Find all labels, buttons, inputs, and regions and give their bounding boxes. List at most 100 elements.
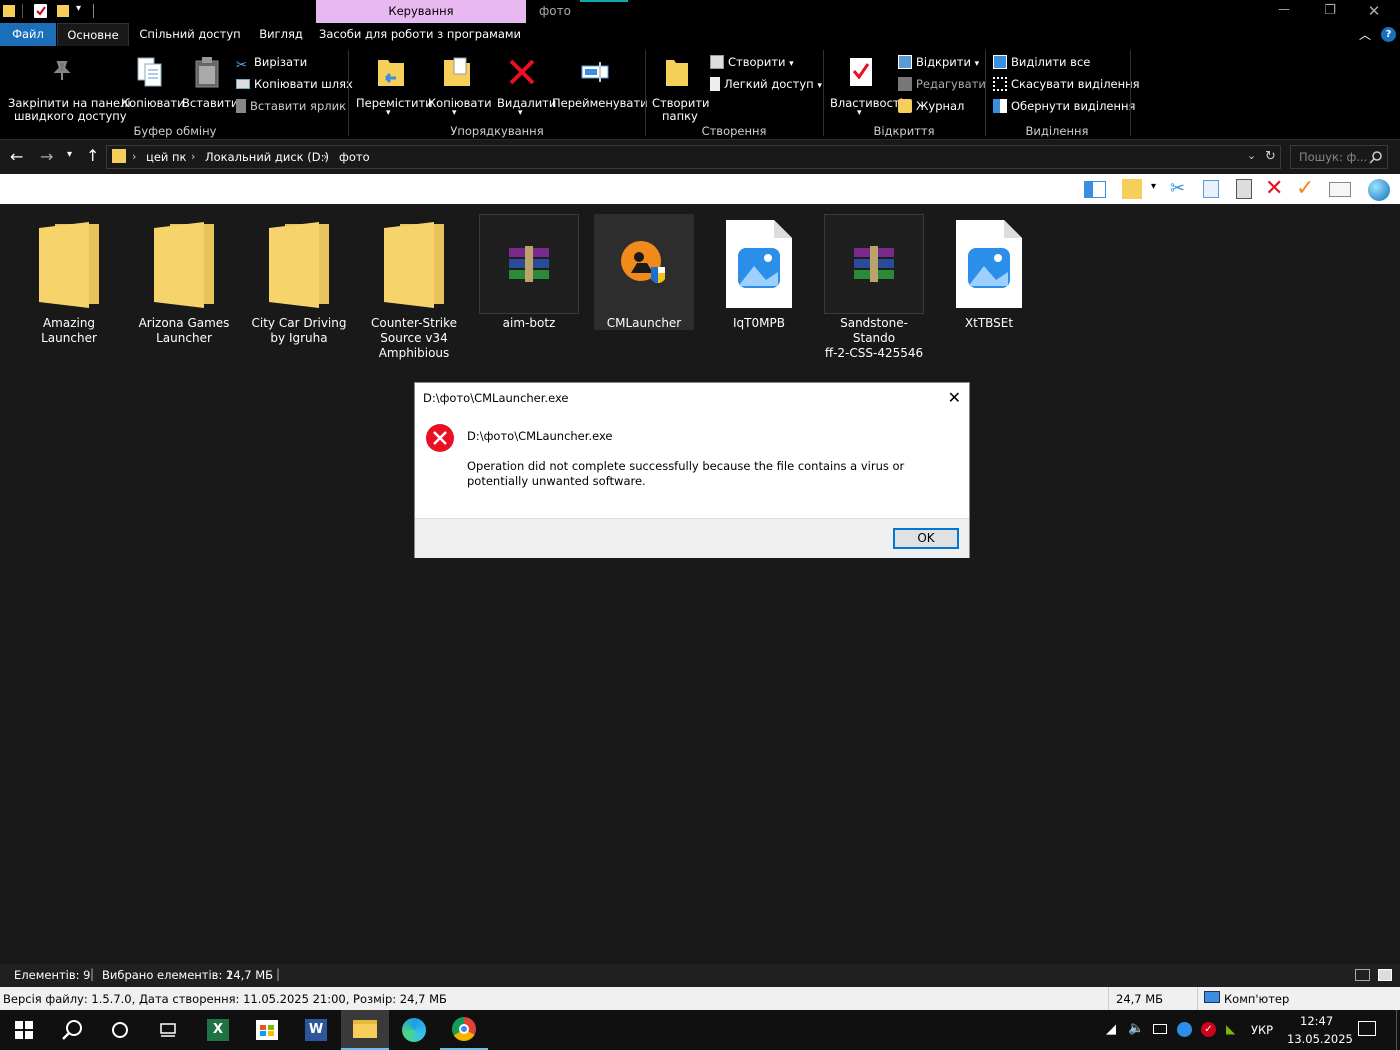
edit-button[interactable]: Редагувати bbox=[898, 74, 986, 94]
help-icon[interactable]: ? bbox=[1381, 27, 1396, 42]
copy-icon bbox=[137, 57, 162, 87]
file-item[interactable]: XtTBSEt bbox=[939, 214, 1039, 331]
new-item-button[interactable]: Створити ▾ bbox=[710, 52, 794, 72]
details-view-icon[interactable] bbox=[1355, 969, 1370, 981]
clock-date[interactable]: 13.05.2025 bbox=[1287, 1032, 1353, 1046]
paste-button[interactable]: Вставити bbox=[180, 52, 238, 122]
file-item[interactable]: Amazing Launcher bbox=[19, 214, 119, 346]
history-button[interactable]: Журнал bbox=[898, 96, 964, 116]
file-item[interactable]: Counter-Strike Source v34 Amphibious bbox=[364, 214, 464, 361]
collapse-ribbon-icon[interactable]: ︿ bbox=[1359, 26, 1371, 43]
network-icon[interactable]: ◢ bbox=[1106, 1022, 1116, 1037]
error-dialog: D:\фото\CMLauncher.exe ✕ D:\фото\CMLaunc… bbox=[414, 382, 970, 558]
breadcrumb-folder[interactable]: фото bbox=[339, 150, 370, 164]
battery-icon[interactable] bbox=[1153, 1024, 1167, 1034]
file-item[interactable]: IqT0MPB bbox=[709, 214, 809, 331]
file-item[interactable]: CMLauncher bbox=[594, 214, 694, 330]
tab-file[interactable]: Файл bbox=[0, 23, 56, 46]
clock-time[interactable]: 12:47 bbox=[1300, 1014, 1333, 1028]
easy-access-button[interactable]: Легкий доступ ▾ bbox=[710, 74, 822, 94]
delete-icon[interactable]: ✕ bbox=[1265, 176, 1283, 201]
search-taskbar-button[interactable] bbox=[48, 1010, 96, 1050]
nvidia-icon[interactable]: ◣ bbox=[1226, 1022, 1242, 1037]
search-icon bbox=[62, 1020, 82, 1040]
breadcrumb-drive[interactable]: Локальний диск (D:) bbox=[205, 150, 329, 164]
word-button[interactable]: W bbox=[292, 1010, 340, 1050]
language-indicator[interactable]: УКР bbox=[1251, 1023, 1273, 1037]
rename-icon[interactable] bbox=[1329, 182, 1351, 197]
paste-shortcut-button[interactable]: Вставити ярлик bbox=[236, 96, 346, 116]
forward-button[interactable]: → bbox=[40, 147, 53, 166]
folder-icon bbox=[269, 222, 329, 308]
up-button[interactable]: ↑ bbox=[86, 146, 99, 165]
folder-options-icon[interactable] bbox=[1122, 179, 1142, 199]
new-folder-button[interactable]: Створити папку bbox=[650, 52, 710, 123]
folder-options-dropdown-icon[interactable]: ▾ bbox=[1151, 181, 1156, 192]
tab-view[interactable]: Вигляд bbox=[252, 23, 310, 46]
select-none-button[interactable]: Скасувати виділення bbox=[993, 74, 1140, 94]
computer-icon bbox=[1204, 991, 1220, 1003]
show-desktop-button[interactable] bbox=[1396, 1010, 1397, 1050]
rename-button[interactable]: Перейменувати bbox=[550, 52, 648, 122]
address-bar[interactable]: › цей пк › Локальний диск (D:) › фото ⌄ … bbox=[106, 145, 1281, 169]
edge-button[interactable] bbox=[390, 1010, 438, 1050]
open-icon bbox=[898, 55, 912, 69]
notifications-icon[interactable] bbox=[1358, 1021, 1376, 1036]
context-tab-header: Керування bbox=[316, 0, 526, 23]
open-button[interactable]: Відкрити ▾ bbox=[898, 52, 979, 72]
store-button[interactable] bbox=[243, 1010, 291, 1050]
file-explorer-button[interactable] bbox=[341, 1010, 389, 1050]
address-dropdown-icon[interactable]: ⌄ bbox=[1247, 149, 1256, 162]
new-folder-qat-icon[interactable] bbox=[57, 5, 69, 17]
file-item[interactable]: Sandstone-Stando ff-2-CSS-425546 bbox=[824, 214, 924, 361]
invert-selection-button[interactable]: Обернути виділення bbox=[993, 96, 1135, 116]
properties-qat-icon[interactable] bbox=[34, 4, 47, 18]
properties-check-icon[interactable]: ✓ bbox=[1296, 176, 1314, 201]
breadcrumb-this-pc[interactable]: цей пк bbox=[146, 150, 187, 164]
cut-icon[interactable]: ✂ bbox=[1170, 178, 1185, 199]
dialog-close-button[interactable]: ✕ bbox=[948, 388, 961, 407]
recent-locations-button[interactable]: ▾ bbox=[67, 149, 72, 160]
edge-icon bbox=[402, 1018, 426, 1042]
back-button[interactable]: ← bbox=[10, 147, 23, 166]
paste-icon[interactable] bbox=[1236, 179, 1252, 199]
dialog-message: Operation did not complete successfully … bbox=[467, 459, 905, 488]
restore-button[interactable]: ❐ bbox=[1318, 0, 1342, 22]
pin-quick-access-button[interactable]: Закріпити на панелі швидкого доступу bbox=[8, 52, 131, 123]
excel-button[interactable]: X bbox=[194, 1010, 242, 1050]
chrome-button[interactable] bbox=[440, 1010, 488, 1050]
close-button[interactable]: ✕ bbox=[1362, 0, 1386, 22]
tab-share[interactable]: Спільний доступ bbox=[134, 23, 246, 46]
ok-button[interactable]: OK bbox=[893, 528, 959, 549]
tab-home[interactable]: Основне bbox=[57, 23, 129, 46]
search-box[interactable]: Пошук: ф... bbox=[1290, 145, 1388, 169]
copy-to-button[interactable]: Копіювати ▾ bbox=[426, 52, 492, 122]
minimize-button[interactable]: — bbox=[1272, 0, 1296, 22]
preview-pane-icon[interactable] bbox=[1084, 181, 1106, 198]
refresh-icon[interactable]: ↻ bbox=[1265, 149, 1276, 164]
telegram-icon[interactable] bbox=[1177, 1022, 1192, 1037]
tab-app-tools[interactable]: Засоби для роботи з програмами bbox=[318, 23, 522, 46]
volume-icon[interactable]: 🔈 bbox=[1128, 1021, 1144, 1036]
file-item[interactable]: Arizona Games Launcher bbox=[134, 214, 234, 346]
file-item[interactable]: aim-botz bbox=[479, 214, 579, 331]
file-item[interactable]: City Car Driving by Igruha bbox=[249, 214, 349, 346]
large-icons-view-icon[interactable] bbox=[1378, 969, 1392, 981]
folder-icon bbox=[384, 222, 444, 308]
select-none-icon bbox=[993, 77, 1007, 91]
copy-button[interactable]: Копіювати bbox=[120, 52, 185, 122]
cut-button[interactable]: ✂ Вирізати bbox=[236, 52, 307, 73]
move-to-icon bbox=[378, 60, 404, 86]
antivirus-icon[interactable]: ✓ bbox=[1201, 1022, 1216, 1037]
select-all-button[interactable]: Виділити все bbox=[993, 52, 1090, 72]
globe-icon[interactable] bbox=[1368, 179, 1390, 201]
copy-icon[interactable] bbox=[1203, 180, 1219, 198]
customize-qat-icon[interactable]: ▾ bbox=[76, 3, 81, 14]
start-button[interactable] bbox=[0, 1010, 48, 1050]
move-to-button[interactable]: Перемістити ▾ bbox=[354, 52, 433, 122]
properties-button[interactable]: Властивості ▾ bbox=[828, 52, 903, 122]
copy-path-button[interactable]: Копіювати шлях bbox=[236, 74, 353, 94]
delete-button[interactable]: Видалити ▾ bbox=[494, 52, 556, 122]
cortana-button[interactable] bbox=[96, 1010, 144, 1050]
task-view-button[interactable] bbox=[144, 1010, 192, 1050]
